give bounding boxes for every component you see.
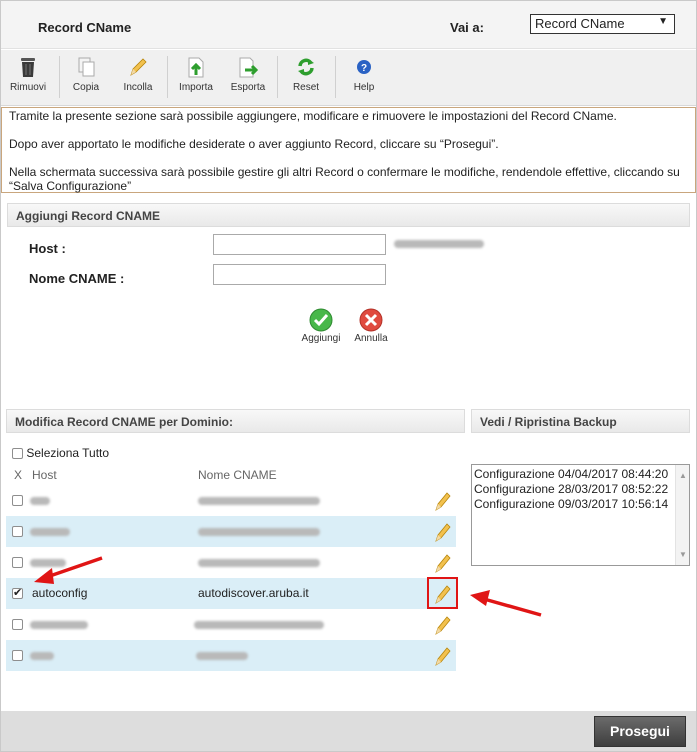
host-input[interactable] <box>213 234 386 255</box>
row-host: autoconfig <box>32 586 88 600</box>
row-checkbox[interactable] <box>12 526 23 537</box>
row-checkbox[interactable] <box>12 557 23 568</box>
cancel-button-label: Annulla <box>354 333 388 344</box>
info-text-1: Tramite la presente sezione sarà possibi… <box>9 109 617 123</box>
row-host-redacted <box>30 652 54 660</box>
checkmark-icon <box>309 308 333 332</box>
edit-pencil-icon[interactable] <box>433 551 453 578</box>
col-cname: Nome CNAME <box>198 468 277 482</box>
host-label: Host : <box>29 241 66 256</box>
export-button-label: Esporta <box>230 82 266 93</box>
footer-bar <box>1 711 696 751</box>
row-checkbox[interactable] <box>12 650 23 661</box>
goto-select[interactable]: Record CName ▼ <box>530 14 675 34</box>
row-checkbox[interactable] <box>12 495 23 506</box>
goto-select-value: Record CName <box>535 16 625 31</box>
table-row <box>6 609 456 640</box>
paste-button[interactable]: Incolla <box>113 55 163 93</box>
export-button[interactable]: Esporta <box>223 55 273 93</box>
toolbar-separator <box>59 56 60 98</box>
row-checkbox[interactable] <box>12 586 23 599</box>
row-cname-redacted <box>196 652 248 660</box>
row-cname-redacted <box>198 528 320 536</box>
cname-input[interactable] <box>213 264 386 285</box>
col-x: X <box>14 468 23 482</box>
cname-label: Nome CNAME : <box>29 271 125 286</box>
page-title: Record CName <box>38 20 132 35</box>
add-button-label: Aggiungi <box>301 333 341 344</box>
reset-button-label: Reset <box>292 82 320 93</box>
trash-icon <box>21 58 35 77</box>
row-checkbox[interactable] <box>12 619 23 630</box>
row-cname: autodiscover.aruba.it <box>198 586 309 600</box>
table-row <box>6 485 456 516</box>
table-row <box>6 547 456 578</box>
row-cname-redacted <box>198 559 320 567</box>
row-cname-redacted <box>198 497 320 505</box>
domain-suffix <box>394 240 484 248</box>
dropdown-arrow-icon: ▼ <box>658 16 668 27</box>
toolbar-separator <box>335 56 336 98</box>
toolbar-separator <box>167 56 168 98</box>
row-host-redacted <box>30 497 50 505</box>
paste-button-label: Incolla <box>123 82 153 93</box>
backup-item[interactable]: Configurazione 28/03/2017 08:52:22 <box>474 482 689 497</box>
col-host: Host <box>32 468 57 482</box>
remove-button-label: Rimuovi <box>9 82 47 93</box>
copy-button[interactable]: Copia <box>61 55 111 93</box>
edit-pencil-icon[interactable] <box>433 520 453 547</box>
info-text-2: Dopo aver apportato le modifiche desider… <box>9 137 499 151</box>
info-text-3: Nella schermata successiva sarà possibil… <box>9 165 680 193</box>
help-button-label: Help <box>353 82 375 93</box>
reset-icon <box>298 58 314 76</box>
pencil-icon <box>130 58 147 76</box>
edit-pencil-icon[interactable] <box>433 644 453 671</box>
add-button[interactable]: Aggiungi <box>296 308 346 344</box>
add-section-header: Aggiungi Record CNAME <box>7 203 690 227</box>
table-row <box>6 640 456 671</box>
import-button-label: Importa <box>179 82 213 93</box>
row-host-redacted <box>30 621 88 629</box>
select-all[interactable]: Seleziona Tutto <box>12 446 109 460</box>
import-icon <box>188 57 204 78</box>
select-all-label: Seleziona Tutto <box>26 446 110 460</box>
copy-button-label: Copia <box>72 82 100 93</box>
row-host-redacted <box>30 528 70 536</box>
records-table-header: X Host Nome CNAME <box>6 466 456 484</box>
scroll-up-icon[interactable]: ▲ <box>679 468 687 483</box>
export-icon <box>239 57 259 78</box>
header-bar: Record CName Vai a: Record CName ▼ <box>1 1 696 49</box>
edit-pencil-icon[interactable] <box>433 489 453 516</box>
import-button[interactable]: Importa <box>171 55 221 93</box>
backup-item[interactable]: Configurazione 09/03/2017 10:56:14 <box>474 497 689 512</box>
edit-pencil-icon[interactable] <box>433 613 453 640</box>
select-all-checkbox[interactable] <box>12 448 23 459</box>
close-icon <box>359 308 383 332</box>
toolbar: Rimuovi Copia Incolla Importa Esporta Re… <box>1 50 696 106</box>
backup-scrollbar[interactable]: ▲ ▼ <box>675 465 689 565</box>
goto-label: Vai a: <box>450 20 484 35</box>
info-box: Tramite la presente sezione sarà possibi… <box>1 107 696 193</box>
remove-button[interactable]: Rimuovi <box>3 55 53 93</box>
row-host-redacted <box>30 559 66 567</box>
help-button[interactable]: ? Help <box>339 55 389 93</box>
toolbar-separator <box>277 56 278 98</box>
edit-highlight-box <box>427 577 458 609</box>
backup-listbox[interactable]: Configurazione 04/04/2017 08:44:20 Confi… <box>471 464 690 566</box>
copy-icon <box>78 57 95 77</box>
backup-item[interactable]: Configurazione 04/04/2017 08:44:20 <box>474 467 689 482</box>
proceed-button[interactable]: Prosegui <box>594 716 686 747</box>
backup-section-header: Vedi / Ripristina Backup <box>471 409 690 433</box>
scroll-down-icon[interactable]: ▼ <box>679 547 687 562</box>
table-row: autoconfig autodiscover.aruba.it <box>6 578 456 609</box>
reset-button[interactable]: Reset <box>281 55 331 93</box>
cancel-button[interactable]: Annulla <box>346 308 396 344</box>
records-section-header: Modifica Record CNAME per Dominio: <box>6 409 465 433</box>
help-icon: ? <box>357 60 371 74</box>
row-cname-redacted <box>194 621 324 629</box>
svg-text:?: ? <box>361 63 367 74</box>
table-row <box>6 516 456 547</box>
